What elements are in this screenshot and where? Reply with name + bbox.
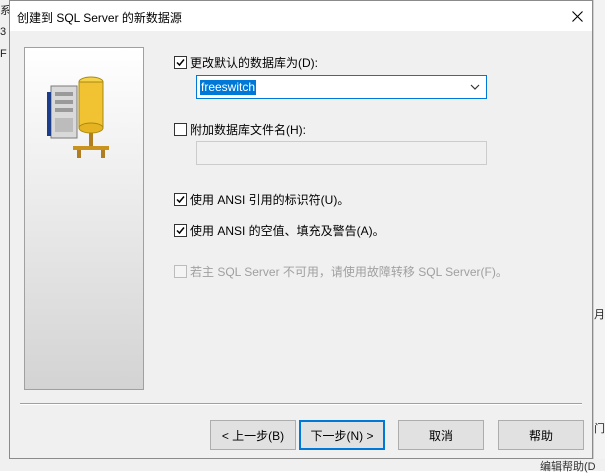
chevron-down-icon xyxy=(470,84,480,90)
ansi-quoted-row: 使用 ANSI 引用的标识符(U)。 xyxy=(174,191,349,208)
background-text: 月 xyxy=(594,309,605,321)
new-data-source-dialog: 创建到 SQL Server 的新数据源 更改默认的数据库为(D): frees… xyxy=(9,0,593,459)
checkbox-check-icon xyxy=(176,227,185,235)
wizard-image-panel xyxy=(24,47,144,390)
next-button[interactable]: 下一步(N) > xyxy=(299,420,385,450)
checkbox-check-icon xyxy=(176,59,185,67)
attach-db-checkbox[interactable] xyxy=(174,123,187,136)
title-bar: 创建到 SQL Server 的新数据源 xyxy=(10,1,592,31)
change-default-db-checkbox[interactable] xyxy=(174,56,187,69)
change-default-db-label: 更改默认的数据库为(D): xyxy=(190,56,318,70)
failover-row: 若主 SQL Server 不可用，请使用故障转移 SQL Server(F)。 xyxy=(174,263,508,280)
help-button[interactable]: 帮助 xyxy=(498,420,584,450)
background-text: 3 xyxy=(0,26,7,38)
background-app-bottom: 编辑帮助(D xyxy=(0,459,605,473)
close-button[interactable] xyxy=(562,1,592,31)
close-icon xyxy=(571,10,583,22)
attach-db-file-input[interactable] xyxy=(196,141,487,165)
ansi-quoted-label: 使用 ANSI 引用的标识符(U)。 xyxy=(190,193,350,207)
background-text: 编辑帮助(D xyxy=(540,461,596,473)
dialog-title: 创建到 SQL Server 的新数据源 xyxy=(17,11,182,25)
server-icon xyxy=(47,76,109,158)
failover-checkbox[interactable] xyxy=(174,265,187,278)
ansi-nulls-checkbox[interactable] xyxy=(174,224,187,237)
failover-label: 若主 SQL Server 不可用，请使用故障转移 SQL Server(F)。 xyxy=(190,265,508,279)
back-button[interactable]: < 上一步(B) xyxy=(210,420,296,450)
ansi-nulls-label: 使用 ANSI 的空值、填充及警告(A)。 xyxy=(190,224,385,238)
ansi-nulls-row: 使用 ANSI 的空值、填充及警告(A)。 xyxy=(174,222,385,239)
database-select-value: freeswitch xyxy=(200,80,257,95)
background-text: F xyxy=(0,48,7,60)
database-select[interactable]: freeswitch xyxy=(196,75,487,99)
attach-db-row: 附加数据库文件名(H): xyxy=(174,121,306,138)
checkbox-check-icon xyxy=(176,196,185,204)
change-default-db-row: 更改默认的数据库为(D): xyxy=(174,54,318,71)
background-app-right: 月 门 xyxy=(593,0,605,471)
attach-db-label: 附加数据库文件名(H): xyxy=(190,123,306,137)
cancel-button[interactable]: 取消 xyxy=(398,420,484,450)
background-text: 门 xyxy=(594,423,605,435)
button-separator xyxy=(20,403,582,405)
ansi-quoted-checkbox[interactable] xyxy=(174,193,187,206)
